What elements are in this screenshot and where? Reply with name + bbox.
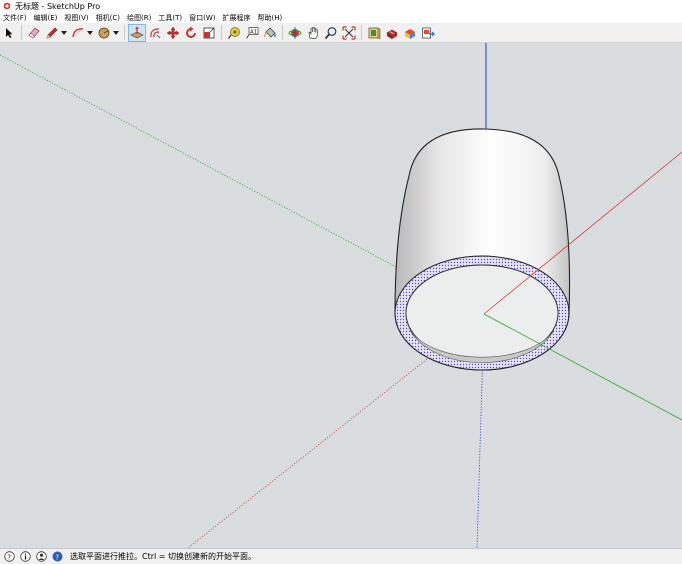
user-icon [35, 551, 47, 562]
offset-tool-button[interactable] [147, 25, 163, 41]
extension-warehouse-tool-button[interactable] [384, 25, 400, 41]
help-circle-icon: ? [52, 551, 62, 562]
toolbar-separator [221, 25, 222, 40]
status-bar: ? ? 选取平面进行推拉。Ctrl = 切换创建新的开始平面。 [0, 548, 682, 564]
arrow-cursor-icon [6, 27, 13, 38]
zoom-extents-tool-button[interactable] [341, 25, 357, 41]
menu-view[interactable]: 视图(V) [61, 13, 92, 23]
svg-text:?: ? [7, 553, 11, 561]
orbit-tool-button[interactable] [287, 25, 303, 41]
viewport-background [0, 43, 682, 548]
menu-draw[interactable]: 绘图(R) [124, 13, 155, 23]
magnifier-icon [324, 26, 337, 39]
credits-button[interactable] [19, 551, 31, 563]
rotate-tool-button[interactable] [183, 25, 199, 41]
layout-icon [405, 28, 415, 39]
toolbar-separator [124, 25, 125, 40]
line-tool-dropdown[interactable] [61, 25, 67, 41]
line-tool-button[interactable] [44, 25, 60, 41]
scale-icon [203, 27, 215, 38]
eraser-icon [28, 26, 40, 39]
move-icon [166, 26, 180, 39]
zoom-tool-button[interactable] [323, 25, 339, 41]
menu-help[interactable]: 帮助(H) [254, 13, 286, 23]
menu-edit[interactable]: 编辑(E) [31, 13, 62, 23]
toolbar-separator [361, 25, 362, 40]
sketchup-logo-icon [4, 2, 10, 10]
help-button[interactable]: ? [51, 551, 63, 563]
rotate-icon [186, 26, 196, 38]
menu-extensions[interactable]: 扩展程序 [219, 13, 254, 23]
toolbar-separator [21, 25, 22, 40]
arc-tool-button[interactable] [70, 25, 86, 41]
status-message: 选取平面进行推拉。Ctrl = 切换创建新的开始平面。 [70, 552, 257, 561]
text-tool-button[interactable]: A1 [244, 25, 260, 41]
toolbar-separator [282, 25, 283, 40]
scene-canvas[interactable] [0, 43, 682, 548]
eraser-tool-button[interactable] [26, 25, 42, 41]
offset-icon [150, 27, 161, 38]
paint-bucket-icon [263, 27, 276, 37]
title-bar: 无标题 - SketchUp Pro [0, 0, 682, 12]
svg-text:A1: A1 [250, 29, 257, 35]
sketchup-layout-tool-button[interactable] [402, 25, 418, 41]
menu-bar: 文件(F) 编辑(E) 视图(V) 相机(C) 绘图(R) 工具(T) 窗口(W… [0, 12, 682, 23]
main-toolbar: A1 [0, 23, 682, 43]
warehouse-icon [368, 27, 381, 39]
zoom-extents-icon [342, 25, 356, 40]
menu-tools[interactable]: 工具(T) [155, 13, 186, 23]
chevron-down-icon [61, 30, 67, 35]
pencil-icon [46, 27, 58, 38]
window-title: 无标题 - SketchUp Pro [15, 1, 101, 11]
send-to-layout-tool-button[interactable] [420, 25, 436, 41]
scale-tool-button[interactable] [201, 25, 217, 41]
send-to-layout-icon [422, 27, 435, 38]
text-icon: A1 [246, 26, 259, 39]
account-button[interactable] [35, 551, 47, 563]
push-pull-icon [130, 26, 144, 38]
chevron-down-icon [113, 30, 119, 35]
hand-icon [308, 26, 318, 39]
shape-tool-button[interactable] [96, 25, 112, 41]
question-mark-icon: ? [3, 551, 15, 562]
shape-tool-dropdown[interactable] [113, 25, 119, 41]
svg-text:?: ? [55, 553, 59, 561]
push-pull-tool-button[interactable] [128, 23, 146, 42]
modeling-viewport[interactable] [0, 43, 682, 548]
menu-file[interactable]: 文件(F) [0, 13, 31, 23]
paint-bucket-tool-button[interactable] [262, 25, 278, 41]
tape-measure-tool-button[interactable] [226, 25, 242, 41]
geo-location-button[interactable]: ? [3, 551, 15, 563]
menu-camera[interactable]: 相机(C) [93, 13, 124, 23]
circle-icon [98, 27, 110, 38]
extension-icon [386, 29, 398, 39]
3d-warehouse-tool-button[interactable] [366, 25, 382, 41]
select-tool-button[interactable] [1, 25, 17, 41]
arc-tool-dropdown[interactable] [87, 25, 93, 41]
menu-window[interactable]: 窗口(W) [186, 13, 219, 23]
pan-tool-button[interactable] [305, 25, 321, 41]
move-tool-button[interactable] [165, 25, 181, 41]
orbit-icon [288, 26, 302, 39]
info-icon [19, 551, 31, 562]
chevron-down-icon [87, 30, 93, 35]
tape-measure-icon [228, 26, 240, 39]
arc-icon [72, 27, 84, 37]
